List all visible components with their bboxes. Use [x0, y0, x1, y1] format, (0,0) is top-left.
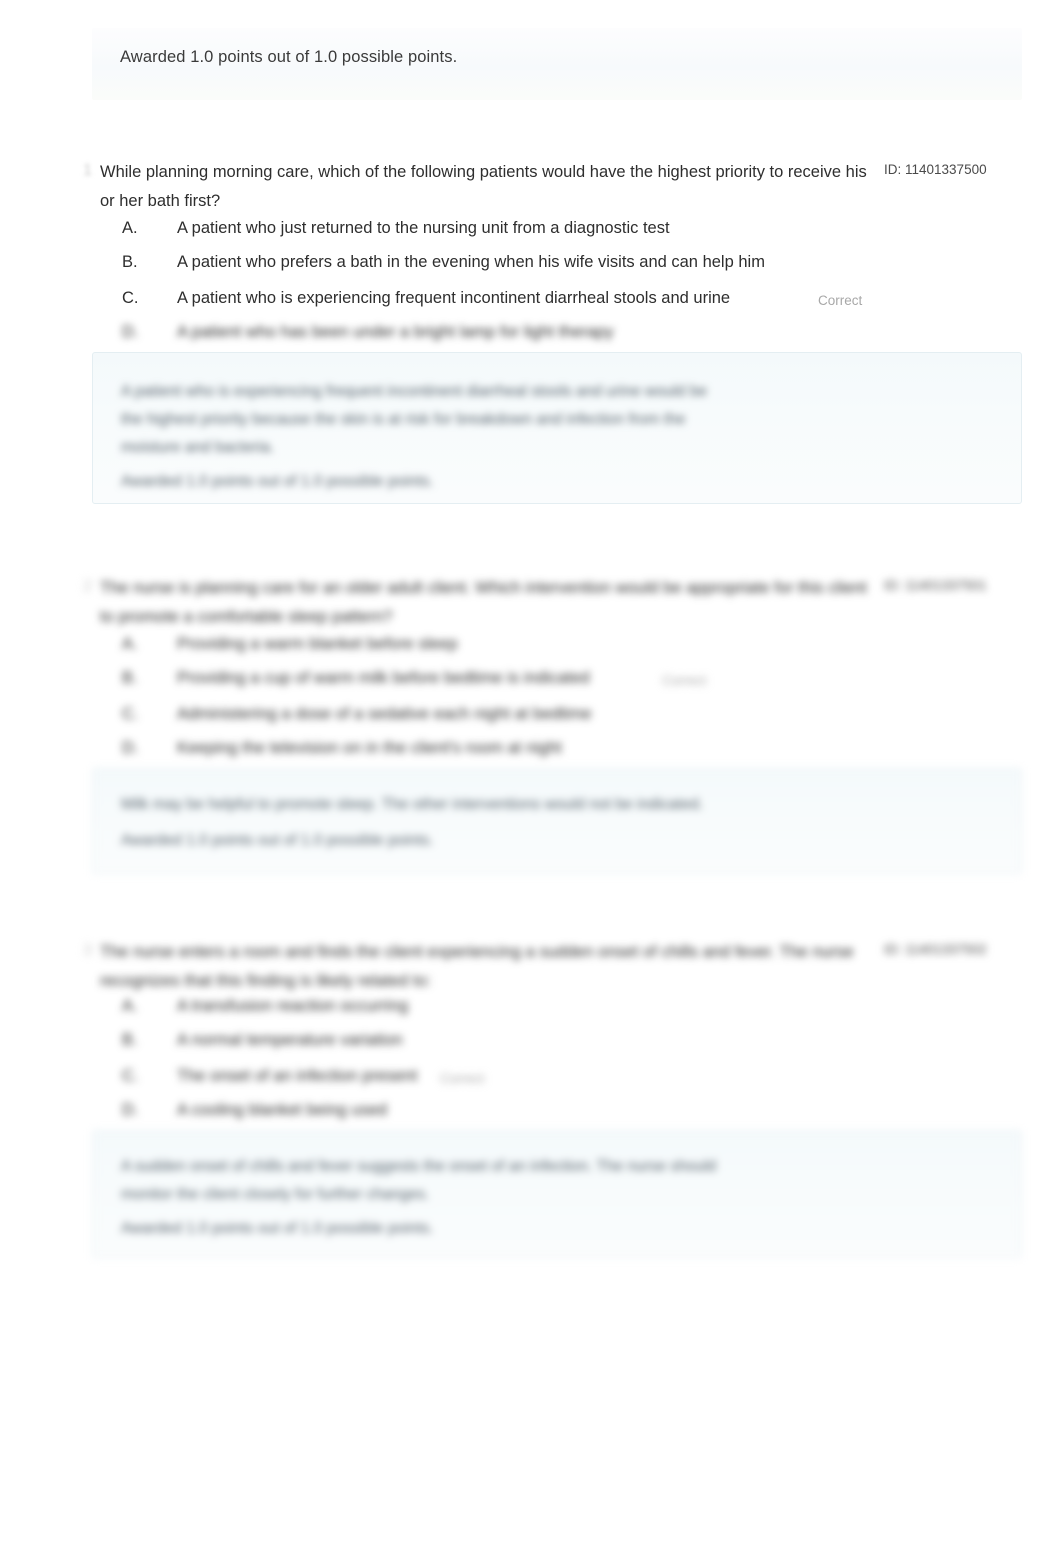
explanation-awarded-line: Awarded 1.0 points out of 1.0 possible p… [121, 1220, 434, 1237]
option-letter-a: A. [122, 219, 138, 237]
explanation-line: A patient who is experiencing frequent i… [121, 383, 707, 400]
option-letter-b: B. [122, 253, 138, 271]
question-stem-2: The nurse is planning care for an older … [100, 579, 867, 626]
answer-option-a-2[interactable]: A. Providing a warm blanket before sleep [0, 635, 1062, 665]
awarded-points-banner: Awarded 1.0 points out of 1.0 possible p… [92, 28, 1022, 100]
question-number-2: 2 [83, 578, 92, 595]
option-text-d: A cooling blanket being used [177, 1101, 388, 1119]
awarded-points-text: Awarded 1.0 points out of 1.0 possible p… [120, 48, 458, 66]
question-stem-3: The nurse enters a room and finds the cl… [100, 943, 854, 990]
question-id-1: ID: 11401337500 [884, 162, 987, 177]
option-text-b: A patient who prefers a bath in the even… [177, 253, 765, 271]
option-text-b: A normal temperature variation [177, 1031, 403, 1049]
option-letter-d: D. [122, 1101, 139, 1119]
question-id-3: ID: 11401337502 [884, 942, 987, 957]
correct-badge-c-3: Correct [440, 1071, 485, 1086]
answer-option-d-3[interactable]: D. A cooling blanket being used [0, 1101, 1062, 1131]
option-text-c: Administering a dose of a sedative each … [177, 705, 592, 723]
option-letter-a: A. [122, 635, 138, 653]
explanation-awarded-line: Awarded 1.0 points out of 1.0 possible p… [121, 832, 434, 849]
explanation-line: Milk may be helpful to promote sleep. Th… [121, 796, 704, 813]
correct-badge-b-2: Correct [662, 673, 707, 688]
answer-option-c-1[interactable]: C. A patient who is experiencing frequen… [0, 289, 1062, 319]
explanation-panel-3: A sudden onset of chills and fever sugge… [92, 1130, 1022, 1258]
option-text-d: A patient who has been under a bright la… [177, 323, 614, 341]
answer-option-d-2[interactable]: D. Keeping the television on in the clie… [0, 739, 1062, 769]
explanation-panel-2: Milk may be helpful to promote sleep. Th… [92, 768, 1022, 874]
option-text-a: A patient who just returned to the nursi… [177, 219, 670, 237]
explanation-panel-1: A patient who is experiencing frequent i… [92, 352, 1022, 504]
option-letter-b: B. [122, 669, 138, 687]
answer-option-a-1[interactable]: A. A patient who just returned to the nu… [0, 219, 1062, 249]
question-number-3: 3 [83, 942, 92, 959]
question-id-2: ID: 11401337501 [884, 578, 987, 593]
question-stem-1: While planning morning care, which of th… [100, 163, 867, 210]
option-letter-a: A. [122, 997, 138, 1015]
option-letter-c: C. [122, 705, 139, 723]
answer-option-b-2[interactable]: B. Providing a cup of warm milk before b… [0, 669, 1062, 699]
option-text-a: Providing a warm blanket before sleep [177, 635, 458, 653]
explanation-awarded-line: Awarded 1.0 points out of 1.0 possible p… [121, 473, 434, 490]
option-letter-b: B. [122, 1031, 138, 1049]
answer-option-c-2[interactable]: C. Administering a dose of a sedative ea… [0, 705, 1062, 735]
answer-option-b-3[interactable]: B. A normal temperature variation [0, 1031, 1062, 1061]
explanation-line: monitor the client closely for further c… [121, 1186, 430, 1203]
explanation-line: the highest priority because the skin is… [121, 411, 686, 428]
option-letter-c: C. [122, 1067, 139, 1085]
option-text-c: A patient who is experiencing frequent i… [177, 289, 731, 307]
answer-option-c-3[interactable]: C. The onset of an infection present Cor… [0, 1067, 1062, 1097]
option-text-c: The onset of an infection present [177, 1067, 418, 1085]
answer-option-d-1[interactable]: D. A patient who has been under a bright… [0, 323, 1062, 353]
option-text-d: Keeping the television on in the client'… [177, 739, 562, 757]
question-number-1: 1 [83, 162, 92, 179]
correct-badge-c-1: Correct [818, 293, 863, 308]
answer-option-a-3[interactable]: A. A transfusion reaction occurring [0, 997, 1062, 1027]
option-letter-c: C. [122, 289, 139, 307]
explanation-line: moisture and bacteria. [121, 439, 275, 456]
option-letter-d: D. [122, 739, 139, 757]
option-text-a: A transfusion reaction occurring [177, 997, 409, 1015]
option-text-b: Providing a cup of warm milk before bedt… [177, 669, 590, 687]
option-letter-d: D. [122, 323, 139, 341]
answer-option-b-1[interactable]: B. A patient who prefers a bath in the e… [0, 253, 1062, 283]
explanation-line: A sudden onset of chills and fever sugge… [121, 1158, 717, 1175]
